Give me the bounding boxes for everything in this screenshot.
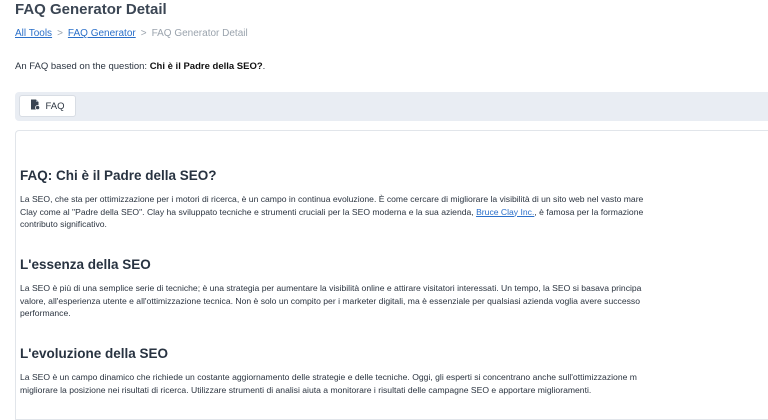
bruce-clay-link[interactable]: Bruce Clay Inc. (476, 207, 534, 217)
section-heading-evolution: L'evoluzione della SEO (20, 346, 168, 361)
intro-prefix: An FAQ based on the question: (15, 61, 148, 72)
section-heading-essence: L'essenza della SEO (20, 257, 151, 272)
faq-heading: FAQ: Chi è il Padre della SEO? (20, 168, 217, 183)
faq-intro-paragraph: La SEO, che sta per ottimizzazione per i… (20, 194, 644, 229)
section-paragraph-essence: La SEO è più di una semplice serie di te… (20, 283, 642, 318)
breadcrumb-separator: > (57, 28, 63, 39)
tab-faq-label: FAQ (45, 100, 65, 112)
intro-question: Chi è il Padre della SEO? (149, 61, 263, 72)
breadcrumb-separator: > (140, 28, 147, 39)
breadcrumb-link-faq-generator[interactable]: FAQ Generator (68, 28, 136, 39)
intro-suffix: . (262, 61, 266, 72)
intro-text: An FAQ based on the question: Chi è il P… (15, 61, 265, 72)
breadcrumb: All Tools > FAQ Generator > FAQ Generator De… (15, 28, 248, 39)
breadcrumb-current: FAQ Generator Detail (151, 28, 248, 39)
page-title: FAQ Generator Detail (15, 1, 167, 18)
tab-bar: FAQ (15, 92, 768, 121)
section-paragraph-evolution: La SEO è un campo dinamico che richiede … (20, 372, 637, 395)
breadcrumb-link-all-tools[interactable]: All Tools (15, 28, 52, 39)
document-icon (30, 99, 41, 113)
tab-faq[interactable]: FAQ (19, 95, 76, 117)
